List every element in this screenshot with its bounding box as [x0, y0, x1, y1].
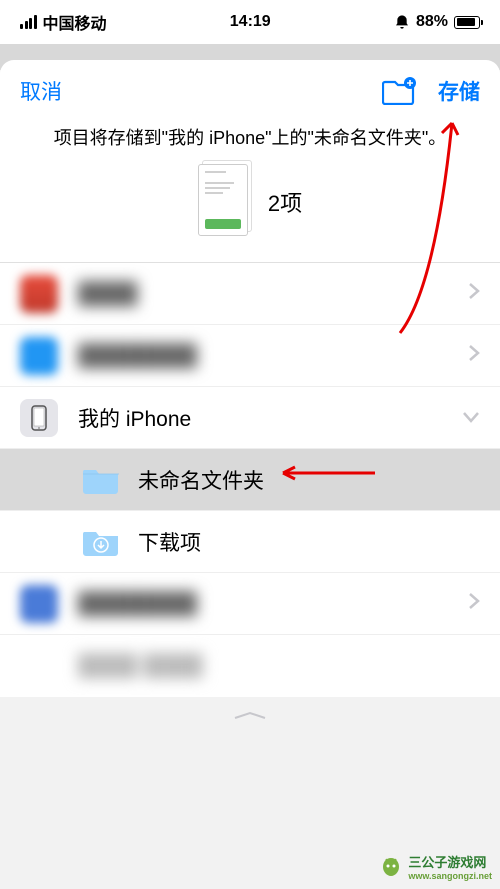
signal-icon	[20, 15, 37, 29]
location-row[interactable]: ████	[0, 263, 500, 325]
watermark-logo-icon	[380, 856, 402, 878]
location-row[interactable]: ████ ████	[0, 635, 500, 697]
cancel-button[interactable]: 取消	[20, 76, 62, 106]
folder-unnamed[interactable]: 未命名文件夹	[0, 449, 500, 511]
folder-icon	[82, 465, 120, 495]
new-folder-button[interactable]	[382, 77, 416, 105]
watermark-text: 三公子游戏网	[408, 852, 492, 871]
location-my-iphone[interactable]: 我的 iPhone	[0, 387, 500, 449]
sheet-grabber[interactable]	[0, 697, 500, 735]
location-label: ████████	[78, 592, 468, 616]
chevron-right-icon	[468, 592, 480, 615]
file-thumbnail	[198, 164, 252, 240]
save-prompt: 项目将存储到"我的 iPhone"上的"未命名文件夹"。	[0, 116, 500, 164]
location-label: ████ ████	[78, 654, 480, 678]
item-count: 2项	[268, 186, 302, 218]
status-left: 中国移动	[20, 10, 107, 34]
chevron-down-icon	[462, 407, 480, 428]
location-row[interactable]: ████████	[0, 573, 500, 635]
iphone-icon	[20, 399, 58, 437]
app-icon	[20, 585, 58, 623]
folder-download-icon	[82, 527, 120, 557]
save-button[interactable]: 存储	[438, 76, 480, 106]
app-icon	[20, 275, 58, 313]
location-row[interactable]: ████████	[0, 325, 500, 387]
status-bar: 中国移动 14:19 88%	[0, 0, 500, 44]
folder-label: 下载项	[138, 527, 480, 557]
status-right: 88%	[394, 13, 480, 31]
battery-icon	[454, 16, 480, 29]
alarm-icon	[394, 14, 410, 30]
watermark-url: www.sangongzi.net	[408, 871, 492, 881]
cloud-icon	[20, 647, 58, 685]
clock: 14:19	[230, 13, 271, 31]
preview-row: 2项	[0, 164, 500, 262]
battery-pct: 88%	[416, 13, 448, 31]
carrier-label: 中国移动	[43, 10, 107, 34]
sheet-header: 取消 存储	[0, 60, 500, 116]
folder-label: 未命名文件夹	[138, 465, 480, 495]
chevron-right-icon	[468, 344, 480, 367]
location-label: 我的 iPhone	[78, 403, 462, 433]
folder-downloads[interactable]: 下载项	[0, 511, 500, 573]
location-label: ████	[78, 282, 468, 306]
watermark: 三公子游戏网 www.sangongzi.net	[380, 852, 492, 881]
location-list: ████ ████████ 我的 iPhone	[0, 262, 500, 697]
save-sheet: 取消 存储 项目将存储到"我的 iPhone"上的"未命名文件夹"。 2项 ██…	[0, 60, 500, 697]
chevron-right-icon	[468, 282, 480, 305]
app-icon	[20, 337, 58, 375]
location-label: ████████	[78, 344, 468, 368]
